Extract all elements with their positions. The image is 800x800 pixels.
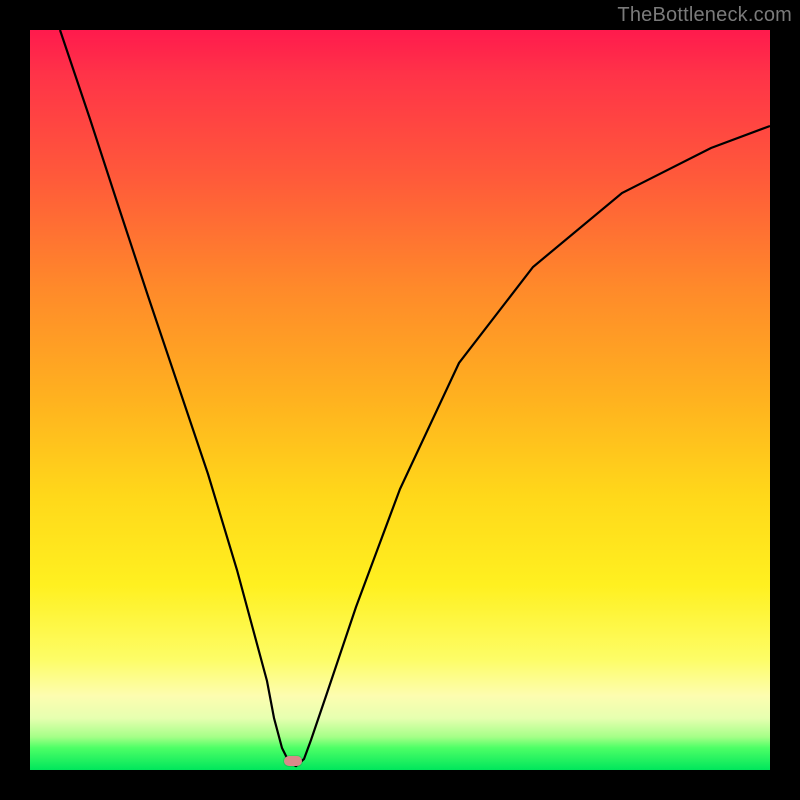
curve-path <box>60 30 770 766</box>
minimum-marker <box>284 756 302 766</box>
bottleneck-curve <box>30 30 770 770</box>
plot-area <box>30 30 770 770</box>
watermark-text: TheBottleneck.com <box>617 4 792 27</box>
outer-frame: TheBottleneck.com <box>0 0 800 800</box>
